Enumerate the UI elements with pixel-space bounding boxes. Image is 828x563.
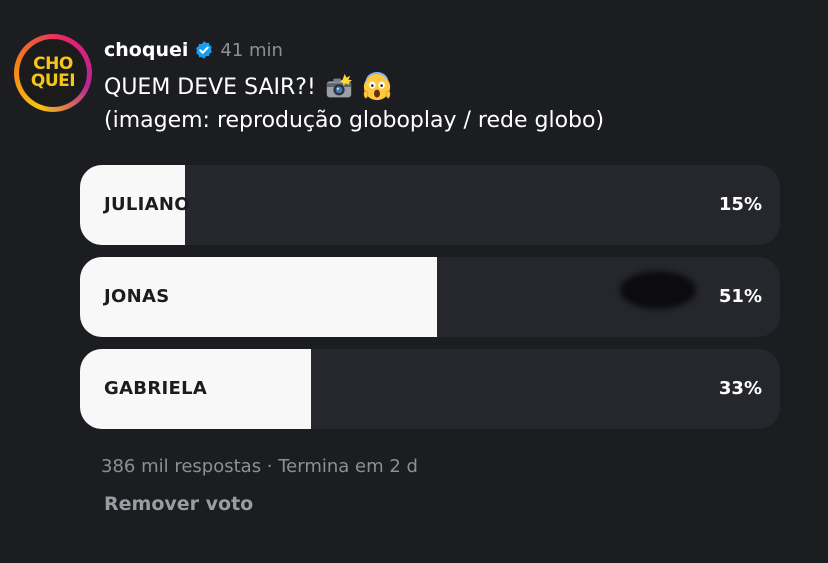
redaction-smudge [620,271,696,309]
verified-badge-icon [196,41,213,59]
poll-option-gabriela[interactable]: GABRIELA 33% [80,349,780,429]
post: CHO QUEI choquei 41 min QUEM DEVE SAIR?! [0,0,828,563]
poll-option-label: JONAS [104,286,170,307]
poll-option-percent: 51% [718,286,762,307]
post-header: choquei 41 min [104,38,283,62]
poll-option-label: GABRIELA [104,378,208,399]
poll-meta: 386 mil respostas · Termina em 2 d [101,456,418,477]
post-time: 41 min [220,39,283,61]
logo-line-2: QUEI [30,71,76,91]
poll-option-juliano[interactable]: JULIANO 15% [80,165,780,245]
poll-option-jonas[interactable]: JONAS 51% [80,257,780,337]
camera-flash-icon [326,73,352,98]
post-title-text: QUEM DEVE SAIR?! [104,74,316,100]
post-text-line-1: QUEM DEVE SAIR?! [104,72,392,102]
avatar[interactable]: CHO QUEI [14,34,92,112]
choquei-logo: CHO QUEI [21,41,85,105]
screaming-face-icon [363,72,391,101]
poll-option-percent: 33% [718,378,762,399]
post-text-line-2: (imagem: reprodução globoplay / rede glo… [104,108,605,133]
username[interactable]: choquei [104,39,188,61]
remove-vote-button[interactable]: Remover voto [104,493,253,515]
poll-option-percent: 15% [718,194,762,215]
poll-option-label: JULIANO [104,194,190,215]
